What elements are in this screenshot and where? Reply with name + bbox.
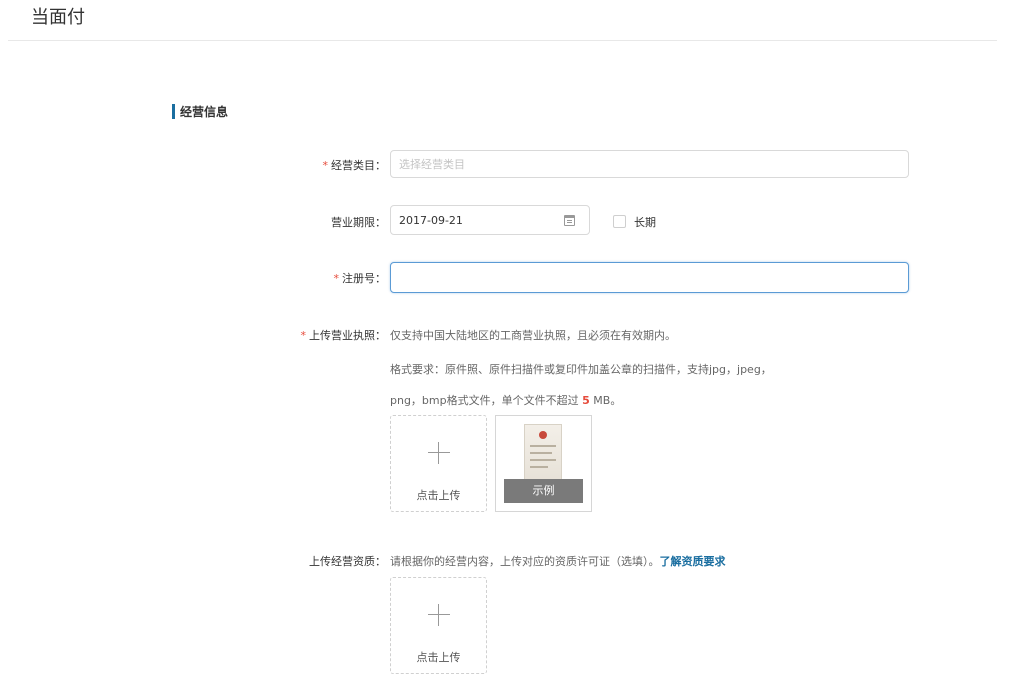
license-help-line1: 仅支持中国大陆地区的工商营业执照，且必须在有效期内。 (390, 329, 676, 342)
license-example[interactable]: 示例 (495, 415, 592, 512)
section-bar (172, 103, 175, 119)
reg-no-label: * 注册号： (333, 272, 387, 285)
section-title: 经营信息 (180, 104, 229, 119)
license-upload-button[interactable]: 点击上传 (390, 415, 487, 512)
reg-no-input[interactable] (390, 262, 909, 293)
date-picker[interactable]: 2017-09-21 (390, 205, 590, 235)
date-value: 2017-09-21 (399, 214, 463, 227)
page-title: 当面付 (31, 7, 85, 28)
thumb-line (530, 452, 552, 454)
seal-mark (539, 431, 547, 439)
thumb-line (530, 466, 548, 468)
long-term-label[interactable]: 长期 (634, 214, 656, 230)
required-mark: * (322, 159, 329, 172)
category-select[interactable] (390, 150, 909, 178)
plus-icon (428, 442, 450, 464)
plus-icon (428, 604, 450, 626)
max-size: 5 (582, 394, 590, 407)
required-mark: * (333, 272, 340, 285)
license-label: * 上传营业执照： (300, 329, 387, 342)
required-mark: * (300, 329, 307, 342)
title-divider (8, 40, 997, 41)
section-heading: 经营信息 (172, 103, 228, 119)
example-tag: 示例 (504, 479, 583, 503)
thumb-line (530, 459, 556, 461)
qualification-upload-button[interactable]: 点击上传 (390, 577, 487, 674)
upload-label: 点击上传 (416, 651, 461, 664)
qualification-requirements-link[interactable]: 了解资质要求 (660, 555, 726, 568)
calendar-icon[interactable] (564, 215, 575, 226)
upload-label: 点击上传 (416, 489, 461, 502)
term-label: 营业期限： (331, 216, 386, 229)
thumb-line (530, 445, 556, 447)
qualification-help: 请根据你的经营内容，上传对应的资质许可证（选填）。了解资质要求 (390, 555, 726, 568)
license-help-line2: 格式要求：原件照、原件扫描件或复印件加盖公章的扫描件，支持jpg，jpeg， (390, 363, 772, 376)
license-help-line3: png，bmp格式文件，单个文件不超过 5 MB。 (390, 394, 622, 407)
category-label: * 经营类目： (322, 159, 387, 172)
long-term-checkbox[interactable] (613, 215, 626, 228)
qualification-label: 上传经营资质： (309, 555, 386, 568)
